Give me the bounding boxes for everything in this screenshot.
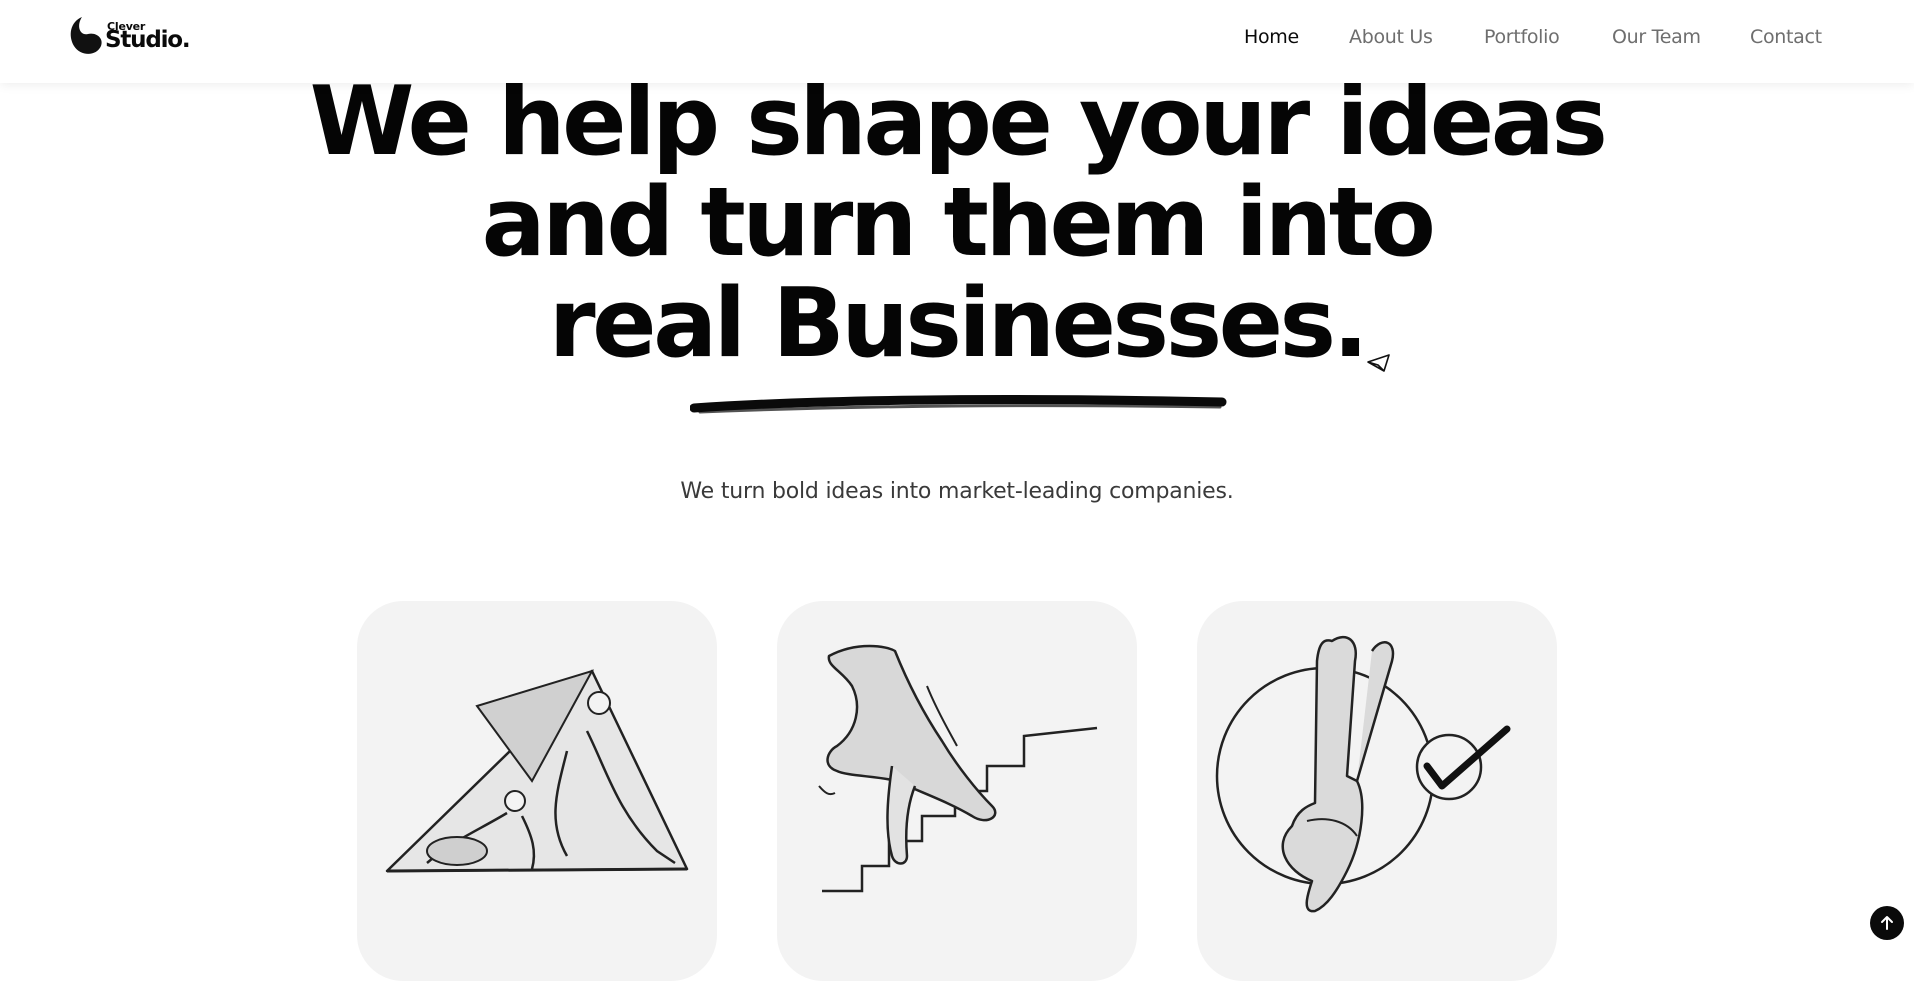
scroll-to-top-button[interactable] — [1870, 906, 1904, 940]
site-header: Clever Studio. Home About Us Portfolio O… — [0, 0, 1914, 83]
hero-line-1: We help shape your ideas — [309, 67, 1608, 177]
hero-line-3: real Businesses. — [548, 269, 1369, 379]
hand-walking-stairs-illustration — [818, 644, 1098, 893]
hero-line-2: and turn them into — [481, 168, 1436, 278]
hero-subtitle: We turn bold ideas into market-leading c… — [680, 479, 1234, 504]
hero-headline: We help shape your ideas and turn them i… — [0, 72, 1914, 375]
nav-item-portfolio[interactable]: Portfolio — [1484, 26, 1560, 48]
nav-item-about-us[interactable]: About Us — [1349, 26, 1433, 48]
nav-item-contact[interactable]: Contact — [1750, 26, 1822, 48]
arrow-up-icon — [1881, 916, 1893, 930]
victory-hand-checkmark-illustration — [1215, 635, 1511, 913]
people-lifting-triangle-illustration — [385, 669, 689, 873]
nav-item-home[interactable]: Home — [1244, 26, 1299, 48]
feature-card — [1197, 601, 1557, 981]
nav-item-our-team[interactable]: Our Team — [1612, 26, 1701, 48]
paper-plane-icon — [1367, 354, 1390, 372]
feature-card — [777, 601, 1137, 981]
feature-card — [357, 601, 717, 981]
brush-underline — [690, 395, 1227, 414]
main-nav: Home About Us Portfolio Our Team Contact — [0, 26, 1914, 56]
